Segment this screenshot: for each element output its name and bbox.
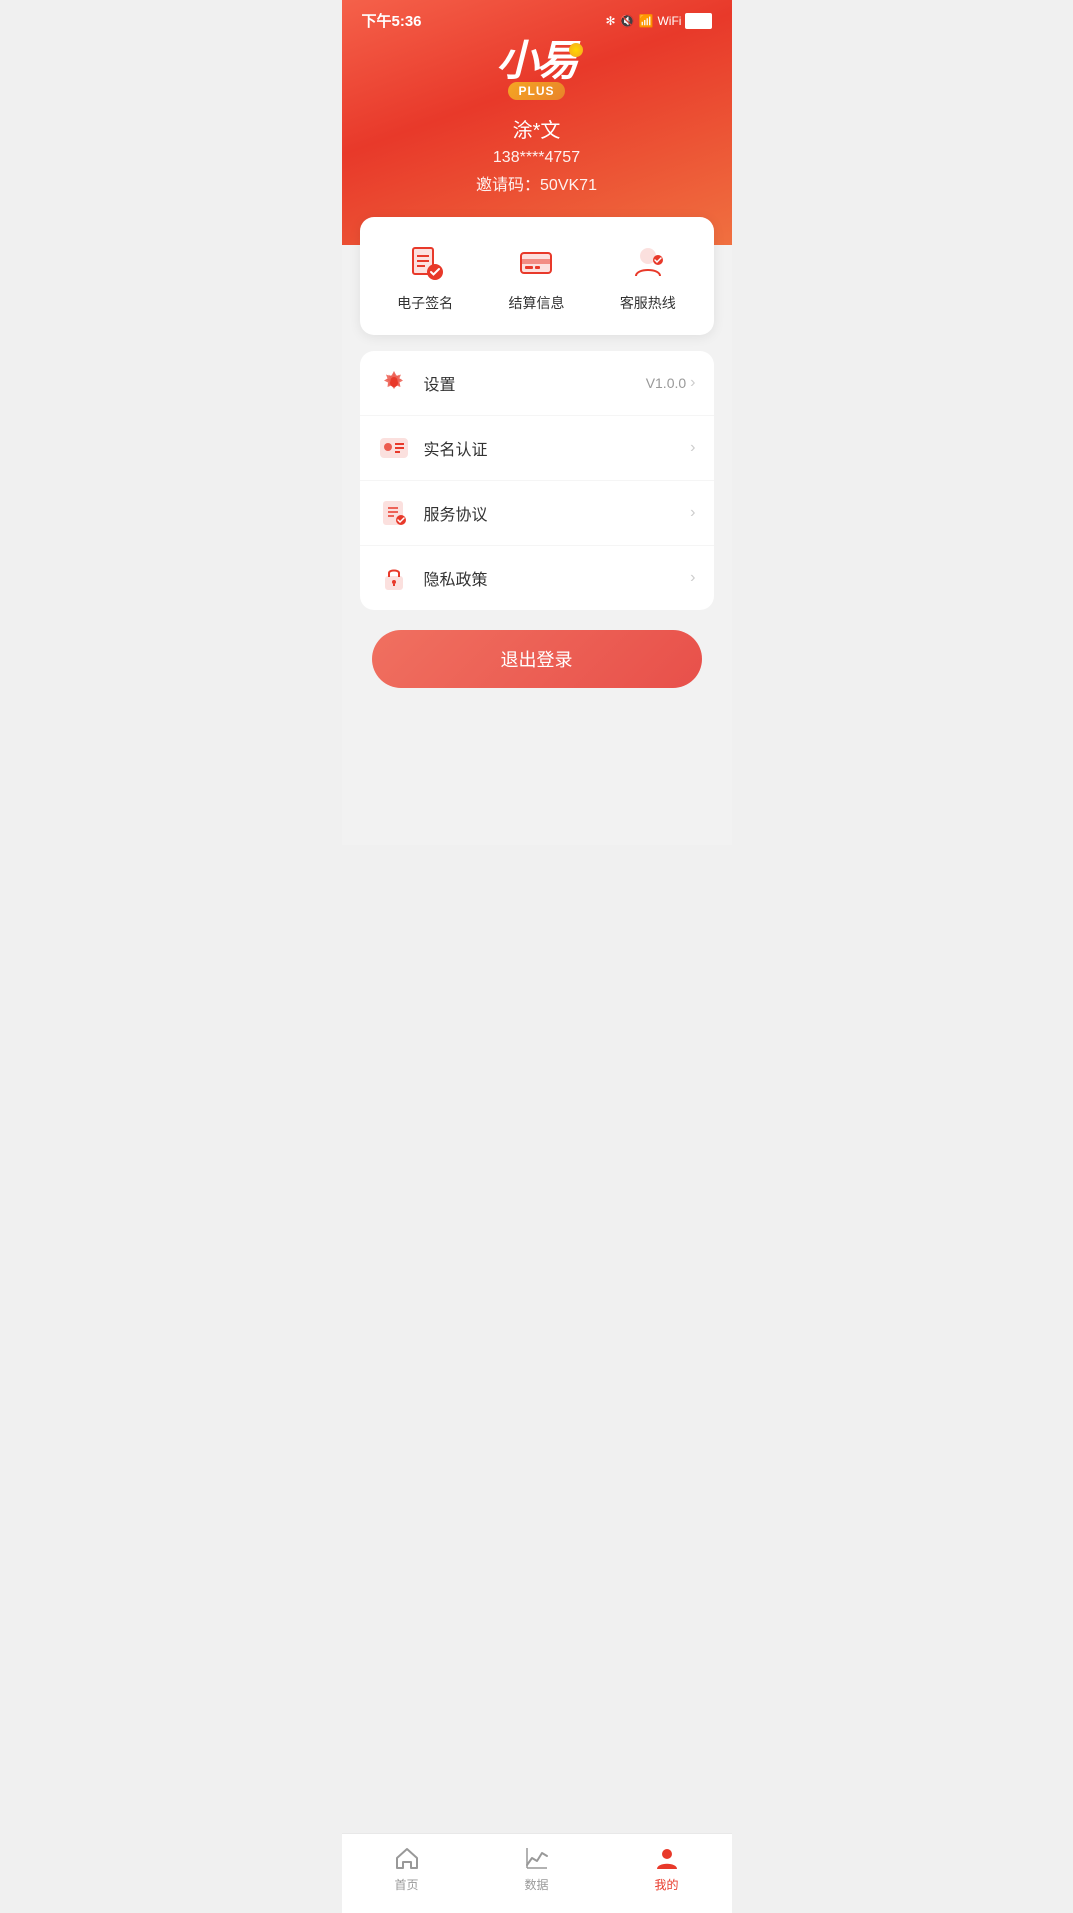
settings-right: V1.0.0 ›: [646, 374, 696, 392]
logout-button[interactable]: 退出登录: [372, 630, 702, 688]
realname-right: ›: [690, 439, 695, 457]
privacy-policy-right: ›: [690, 569, 695, 587]
service-agreement-icon: [378, 497, 410, 529]
mute-icon: 🔇: [620, 14, 635, 28]
settings-chevron: ›: [690, 374, 695, 392]
esign-icon: [402, 239, 448, 285]
realname-chevron: ›: [690, 439, 695, 457]
customer-service-label: 客服热线: [620, 293, 676, 313]
quick-action-customer-service[interactable]: 客服热线: [592, 239, 703, 313]
profile-header: 小易 PLUS 涂*文 138****4757 邀请码：50VK71: [342, 0, 732, 245]
invite-label: 邀请码：: [476, 177, 540, 194]
user-phone: 138****4757: [342, 149, 732, 167]
settings-icon: [378, 367, 410, 399]
status-time: 下午5:36: [362, 10, 422, 31]
realname-icon: [378, 432, 410, 464]
settings-menu-item[interactable]: 设置 V1.0.0 ›: [360, 351, 714, 416]
customer-service-icon: [625, 239, 671, 285]
status-bar: 下午5:36 ✻ 🔇 📶 WiFi 100: [342, 0, 732, 36]
privacy-policy-menu-item[interactable]: 隐私政策 ›: [360, 546, 714, 610]
settlement-icon: [513, 239, 559, 285]
version-text: V1.0.0: [646, 375, 686, 391]
privacy-policy-chevron: ›: [690, 569, 695, 587]
service-agreement-menu-item[interactable]: 服务协议 ›: [360, 481, 714, 546]
realname-label: 实名认证: [424, 436, 691, 460]
battery-indicator: 100: [685, 13, 711, 29]
settings-label: 设置: [424, 371, 646, 395]
quick-action-esign[interactable]: 电子签名: [370, 239, 481, 313]
invite-code-row: 邀请码：50VK71: [342, 171, 732, 195]
quick-action-settlement[interactable]: 结算信息: [481, 239, 592, 313]
signal-icon: 📶: [639, 14, 654, 28]
status-icons: ✻ 🔇 📶 WiFi 100: [606, 13, 712, 29]
plus-badge: PLUS: [508, 82, 564, 100]
esign-label: 电子签名: [397, 293, 453, 313]
menu-card: 设置 V1.0.0 › 实名认证: [360, 351, 714, 610]
service-agreement-label: 服务协议: [424, 501, 691, 525]
app-logo-area: 小易 PLUS: [496, 40, 576, 114]
user-name: 涂*文: [342, 114, 732, 143]
realname-menu-item[interactable]: 实名认证 ›: [360, 416, 714, 481]
bluetooth-icon: ✻: [606, 14, 616, 28]
wifi-icon: WiFi: [657, 14, 681, 28]
service-agreement-chevron: ›: [690, 504, 695, 522]
settlement-label: 结算信息: [508, 293, 564, 313]
privacy-policy-label: 隐私政策: [424, 566, 691, 590]
privacy-policy-icon: [378, 562, 410, 594]
service-agreement-right: ›: [690, 504, 695, 522]
quick-actions-card: 电子签名 结算信息: [360, 217, 714, 335]
app-logo-text: 小易: [496, 37, 576, 84]
coin-decoration: [569, 43, 583, 57]
invite-code-value: 50VK71: [540, 177, 597, 194]
